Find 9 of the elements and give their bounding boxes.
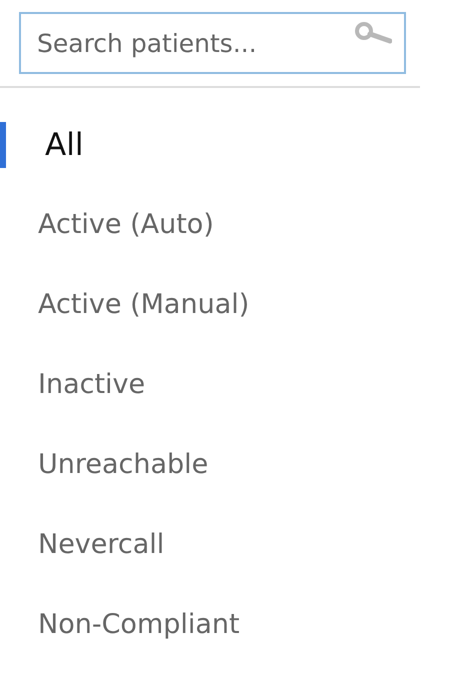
filter-item[interactable]: All — [45, 121, 84, 169]
filter-item[interactable]: Non-Compliant — [38, 601, 240, 649]
search-icon — [354, 22, 392, 44]
filter-item[interactable]: Active (Auto) — [38, 201, 214, 249]
filter-item[interactable]: Nevercall — [38, 521, 164, 569]
search-field[interactable]: Search patients... — [19, 12, 406, 74]
filter-item[interactable]: Unreachable — [38, 441, 208, 489]
filter-item[interactable]: Inactive — [38, 361, 146, 409]
filter-item[interactable]: Active (Manual) — [38, 281, 250, 329]
